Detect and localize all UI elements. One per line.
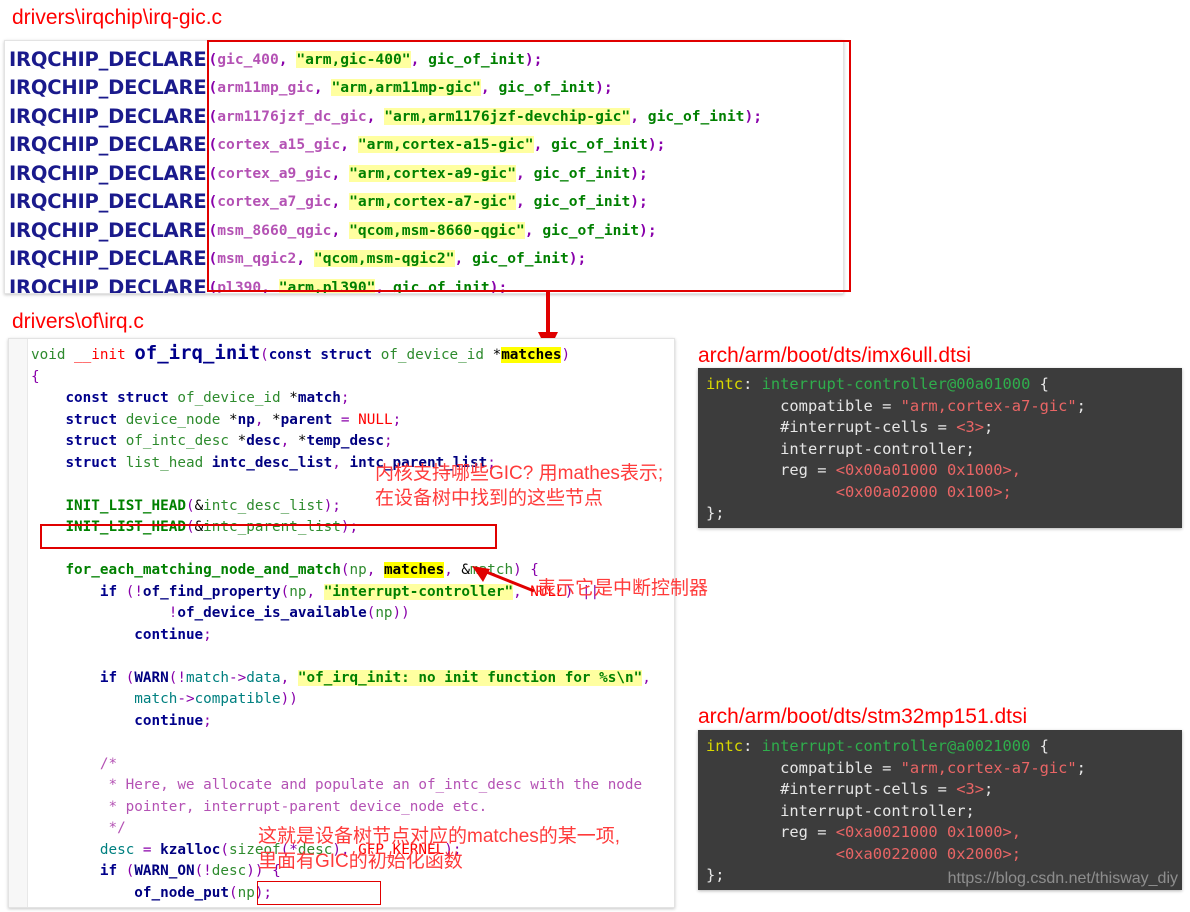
irqchip-declare-row: IRQCHIP_DECLARE (pl390, "arm,pl390", gic_…	[9, 273, 843, 294]
irqchip-declare-macro: IRQCHIP_DECLARE	[9, 161, 207, 185]
irqchip-declare-args: (cortex_a15_gic, "arm,cortex-a15-gic", g…	[208, 136, 666, 154]
dts-compatible-stm: "arm,cortex-a7-gic"	[900, 758, 1077, 777]
dts-stm32mp151-panel: intc: interrupt-controller@a0021000 { co…	[698, 730, 1182, 890]
dts-interrupt-controller-stm: interrupt-controller;	[780, 801, 975, 820]
caption-stm32mp151-file: arch/arm/boot/dts/stm32mp151.dtsi	[698, 705, 1028, 728]
annotation-match-data-line2: 里面有GIC的初始化函数	[258, 851, 463, 872]
slide-canvas: drivers\irqchip\irq-gic.c IRQCHIP_DECLAR…	[0, 0, 1190, 912]
irqchip-declare-args: (arm1176jzf_dc_gic, "arm,arm1176jzf-devc…	[208, 107, 763, 125]
annotation-matches-note: 内核支持哪些GIC? 用mathes表示; 在设备树中找到的这些节点	[375, 461, 663, 511]
caption-irqchip-file: drivers\irqchip\irq-gic.c	[12, 6, 223, 29]
irqchip-declare-macro: IRQCHIP_DECLARE	[9, 76, 207, 100]
dts-interrupt-cells-imx: <3>	[956, 418, 985, 436]
dts-reg2-imx: <0x00a02000 0x100>;	[835, 482, 1012, 501]
caption-imx6ull-file: arch/arm/boot/dts/imx6ull.dtsi	[698, 344, 972, 367]
watermark: https://blog.csdn.net/thisway_diy	[947, 870, 1178, 887]
irqchip-declare-row: IRQCHIP_DECLARE (cortex_a15_gic, "arm,cor…	[9, 131, 843, 160]
irqchip-declare-macro: IRQCHIP_DECLARE	[9, 104, 207, 128]
irqchip-declare-args: (cortex_a9_gic, "arm,cortex-a9-gic", gic…	[208, 164, 648, 182]
dts-reg1-imx: <0x00a01000 0x1000>,	[835, 461, 1022, 479]
dts-node-stm: interrupt-controller@a0021000	[761, 737, 1031, 755]
irqchip-declare-macro: IRQCHIP_DECLARE	[9, 133, 207, 157]
irqchip-declare-args: (msm_qgic2, "qcom,msm-qgic2", gic_of_ini…	[208, 250, 587, 268]
dts-imx6ull-source: intc: interrupt-controller@00a01000 { co…	[706, 375, 1086, 522]
dts-stm32mp151-source: intc: interrupt-controller@a0021000 { co…	[706, 737, 1086, 884]
irqchip-declare-args: (msm_8660_qgic, "qcom,msm-8660-qgic", gi…	[208, 221, 657, 239]
dts-close-imx: };	[706, 504, 725, 522]
irqchip-declare-row: IRQCHIP_DECLARE (cortex_a7_gic, "arm,cort…	[9, 188, 843, 217]
irqchip-declare-macro: IRQCHIP_DECLARE	[9, 47, 207, 71]
irqchip-declare-list: IRQCHIP_DECLARE (gic_400, "arm,gic-400", …	[5, 41, 843, 294]
irqchip-declare-row: IRQCHIP_DECLARE (arm11mp_gic, "arm,arm11m…	[9, 74, 843, 103]
dts-imx6ull-panel: intc: interrupt-controller@00a01000 { co…	[698, 368, 1182, 528]
irqchip-declare-row: IRQCHIP_DECLARE (cortex_a9_gic, "arm,cort…	[9, 159, 843, 188]
dts-label-imx: intc	[706, 375, 744, 393]
irqchip-declare-args: (gic_400, "arm,gic-400", gic_of_init);	[208, 50, 543, 68]
dts-interrupt-cells-stm: <3>	[956, 780, 985, 798]
dts-label-stm: intc	[706, 737, 744, 755]
dts-node-imx: interrupt-controller@00a01000	[761, 375, 1031, 393]
annotation-matches-line1: 内核支持哪些GIC? 用mathes表示;	[375, 463, 664, 484]
caption-of-irq-file: drivers\of\irq.c	[12, 310, 144, 333]
irqchip-declare-macro: IRQCHIP_DECLARE	[9, 218, 207, 242]
irqchip-declare-args: (pl390, "arm,pl390", gic_of_init);	[208, 278, 508, 294]
irqchip-declare-row: IRQCHIP_DECLARE (msm_qgic2, "qcom,msm-qgi…	[9, 245, 843, 274]
annotation-match-data-line1: 这就是设备树节点对应的matches的某一项,	[258, 826, 621, 847]
dts-close-stm: };	[706, 866, 725, 884]
irqchip-declare-code-panel: IRQCHIP_DECLARE (gic_400, "arm,gic-400", …	[4, 40, 844, 294]
code-gutter	[9, 339, 28, 907]
dts-reg1-stm: <0xa0021000 0x1000>,	[835, 823, 1022, 841]
annotation-match-data-note: 这就是设备树节点对应的matches的某一项, 里面有GIC的初始化函数	[258, 824, 620, 874]
dts-interrupt-controller-imx: interrupt-controller;	[780, 439, 975, 458]
irqchip-declare-args: (arm11mp_gic, "arm,arm11mp-gic", gic_of_…	[208, 79, 613, 97]
irqchip-declare-row: IRQCHIP_DECLARE (arm1176jzf_dc_gic, "arm,…	[9, 102, 843, 131]
irqchip-declare-macro: IRQCHIP_DECLARE	[9, 190, 207, 214]
of-irq-init-code-panel: void __init of_irq_init(const struct of_…	[8, 338, 675, 908]
annotation-matches-line2: 在设备树中找到的这些节点	[375, 488, 604, 509]
dts-compatible-imx: "arm,cortex-a7-gic"	[900, 396, 1077, 415]
irqchip-declare-macro: IRQCHIP_DECLARE	[9, 275, 207, 294]
dts-reg2-stm: <0xa0022000 0x2000>;	[835, 844, 1022, 863]
irqchip-declare-row: IRQCHIP_DECLARE (msm_8660_qgic, "qcom,msm…	[9, 216, 843, 245]
irqchip-declare-args: (cortex_a7_gic, "arm,cortex-a7-gic", gic…	[208, 193, 648, 211]
irqchip-declare-macro: IRQCHIP_DECLARE	[9, 247, 207, 271]
irqchip-declare-row: IRQCHIP_DECLARE (gic_400, "arm,gic-400", …	[9, 45, 843, 74]
annotation-interrupt-controller-note: 表示它是中断控制器	[537, 578, 709, 599]
